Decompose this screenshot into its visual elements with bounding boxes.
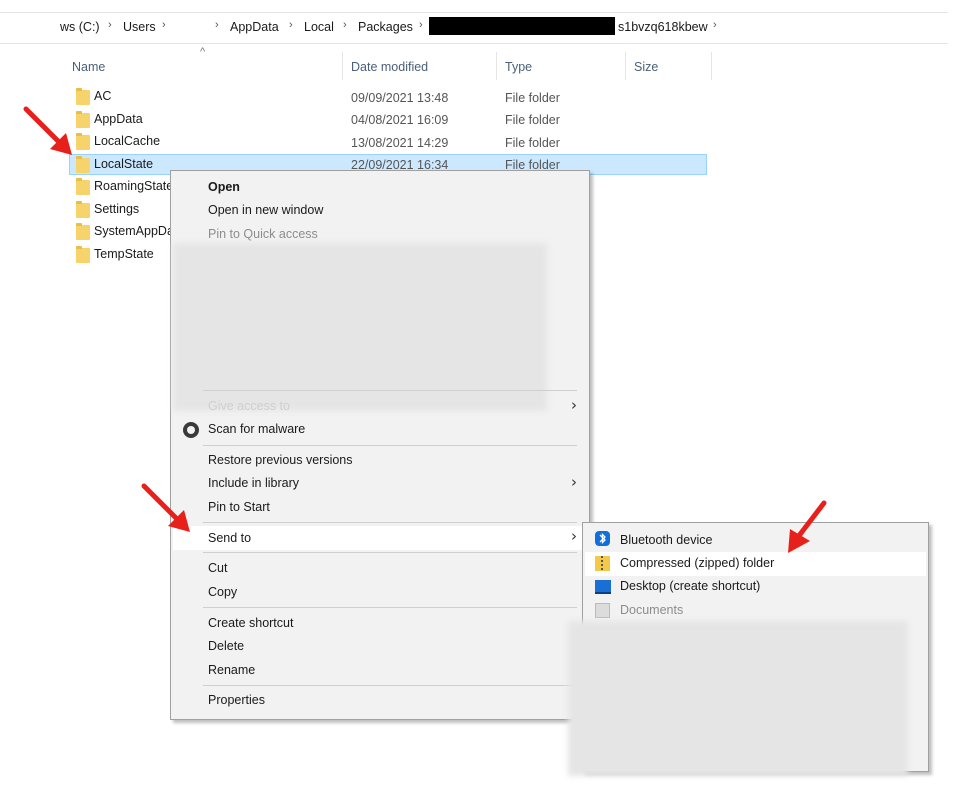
menu-item-include-library[interactable]: Include in library (208, 476, 299, 490)
file-name: LocalCache (94, 134, 161, 148)
menu-item-cut[interactable]: Cut (208, 561, 227, 575)
send-to-desktop[interactable]: Desktop (create shortcut) (620, 579, 760, 593)
file-name: Settings (94, 202, 140, 216)
menu-item-send-to[interactable]: Send to (208, 531, 251, 545)
file-date: 09/09/2021 13:48 (351, 91, 449, 105)
sort-caret-icon: ^ (200, 46, 206, 58)
menu-separator (203, 685, 577, 686)
menu-item-give-access[interactable]: Give access to (208, 399, 290, 413)
file-date: 13/08/2021 14:29 (351, 136, 449, 150)
chevron-right-icon[interactable]: › (162, 19, 166, 31)
menu-separator (203, 607, 577, 608)
menu-item-rename[interactable]: Rename (208, 663, 255, 677)
file-name: LocalState (94, 157, 154, 171)
redacted-path-segment (429, 17, 615, 35)
annotation-arrow-icon (23, 106, 72, 155)
chevron-right-icon[interactable]: › (289, 19, 293, 31)
breadcrumb-local[interactable]: Local (304, 20, 334, 34)
menu-item-copy[interactable]: Copy (208, 585, 237, 599)
menu-separator (203, 445, 577, 446)
blurred-menu-region (173, 243, 547, 411)
send-to-bluetooth[interactable]: Bluetooth device (620, 533, 712, 547)
menu-item-delete[interactable]: Delete (208, 639, 244, 653)
file-type: File folder (505, 113, 560, 127)
menu-item-pin-start[interactable]: Pin to Start (208, 500, 270, 514)
chevron-right-icon[interactable]: › (713, 19, 717, 31)
menu-item-create-shortcut[interactable]: Create shortcut (208, 616, 293, 630)
folder-icon (76, 178, 90, 195)
send-to-documents[interactable]: Documents (620, 603, 683, 617)
menu-separator (203, 522, 577, 523)
documents-icon (595, 603, 610, 618)
bluetooth-icon (595, 531, 610, 546)
column-divider[interactable] (496, 52, 497, 80)
menu-item-scan-malware[interactable]: Scan for malware (208, 422, 305, 436)
menu-item-properties[interactable]: Properties (208, 693, 265, 707)
menu-item-pin-quick-access[interactable]: Pin to Quick access (208, 227, 318, 241)
chevron-right-icon[interactable]: › (108, 19, 112, 31)
column-header-name[interactable]: Name (72, 60, 105, 74)
scan-malware-icon (183, 422, 199, 438)
column-header-date-modified[interactable]: Date modified (351, 60, 428, 74)
folder-icon (76, 133, 90, 150)
annotation-arrow-icon (141, 483, 190, 532)
file-name: AC (94, 89, 112, 103)
breadcrumb-users[interactable]: Users (123, 20, 156, 34)
folder-icon (76, 88, 90, 105)
chevron-right-icon[interactable]: › (419, 19, 423, 31)
file-name: RoamingState (94, 179, 174, 193)
chevron-right-icon: › (571, 473, 577, 491)
column-header-type[interactable]: Type (505, 60, 532, 74)
menu-item-open-new-window[interactable]: Open in new window (208, 203, 323, 217)
menu-item-open[interactable]: Open (208, 180, 240, 194)
send-to-submenu: Bluetooth device Compressed (zipped) fol… (568, 522, 929, 776)
menu-item-restore-versions[interactable]: Restore previous versions (208, 453, 353, 467)
annotation-arrow-icon (788, 500, 827, 553)
chevron-right-icon: › (571, 527, 577, 545)
folder-icon (76, 111, 90, 128)
context-menu: Open Open in new window Pin to Quick acc… (170, 170, 590, 720)
file-date: 04/08/2021 16:09 (351, 113, 449, 127)
desktop-icon (595, 580, 611, 594)
breadcrumb-appdata[interactable]: AppData (230, 20, 279, 34)
breadcrumb-package-id[interactable]: s1bvzq618kbew (618, 20, 708, 34)
file-type: File folder (505, 91, 560, 105)
menu-separator (203, 390, 577, 391)
blurred-submenu-region (568, 621, 908, 776)
breadcrumb-packages[interactable]: Packages (358, 20, 413, 34)
column-divider[interactable] (711, 52, 712, 80)
folder-icon (76, 201, 90, 218)
column-divider[interactable] (342, 52, 343, 80)
breadcrumb-drive[interactable]: ws (C:) (60, 20, 100, 34)
folder-icon (76, 246, 90, 263)
folder-icon (76, 223, 90, 240)
folder-icon (76, 156, 90, 173)
chevron-right-icon: › (571, 396, 577, 414)
send-to-compressed-folder[interactable]: Compressed (zipped) folder (620, 556, 774, 570)
file-name: AppData (94, 112, 143, 126)
file-type: File folder (505, 136, 560, 150)
file-name: TempState (94, 247, 154, 261)
column-header-size[interactable]: Size (634, 60, 658, 74)
chevron-right-icon[interactable]: › (343, 19, 347, 31)
chevron-right-icon[interactable]: › (215, 19, 219, 31)
zip-folder-icon (595, 556, 610, 571)
column-divider[interactable] (625, 52, 626, 80)
menu-separator (203, 552, 577, 553)
